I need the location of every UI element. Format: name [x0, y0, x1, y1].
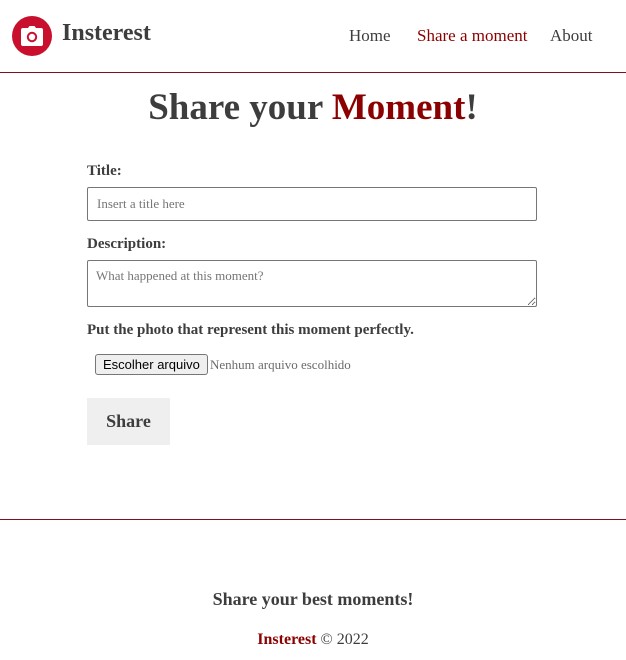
nav-about-link[interactable]: About [550, 26, 593, 46]
title-input[interactable] [87, 187, 537, 221]
footer-copyright: Insterest © 2022 [0, 631, 626, 649]
page-title-accent: Moment [331, 87, 466, 128]
page-title-suffix: ! [465, 87, 478, 128]
header: Insterest Home Share a moment About [0, 0, 626, 73]
footer-brand: Insterest [257, 631, 317, 648]
logo[interactable] [12, 16, 52, 56]
camera-icon [21, 26, 43, 46]
file-status-text: Nenhum arquivo escolhido [210, 357, 351, 372]
footer-tagline: Share your best moments! [212, 589, 414, 609]
photo-label: Put the photo that represent this moment… [87, 322, 414, 338]
choose-file-button[interactable]: Escolher arquivo [95, 354, 208, 375]
nav-share-moment-link[interactable]: Share a moment [417, 26, 527, 46]
footer-copyright-text: © 2022 [316, 631, 369, 648]
footer-divider [0, 519, 626, 520]
description-label: Description: [87, 236, 167, 252]
title-label: Title: [87, 163, 122, 179]
page-title-prefix: Share your [148, 87, 332, 128]
brand-name[interactable]: Insterest [62, 20, 151, 47]
description-textarea[interactable] [87, 260, 537, 307]
page-title: Share your Moment! [0, 86, 626, 129]
share-button[interactable]: Share [87, 398, 170, 445]
nav-home-link[interactable]: Home [349, 26, 391, 46]
